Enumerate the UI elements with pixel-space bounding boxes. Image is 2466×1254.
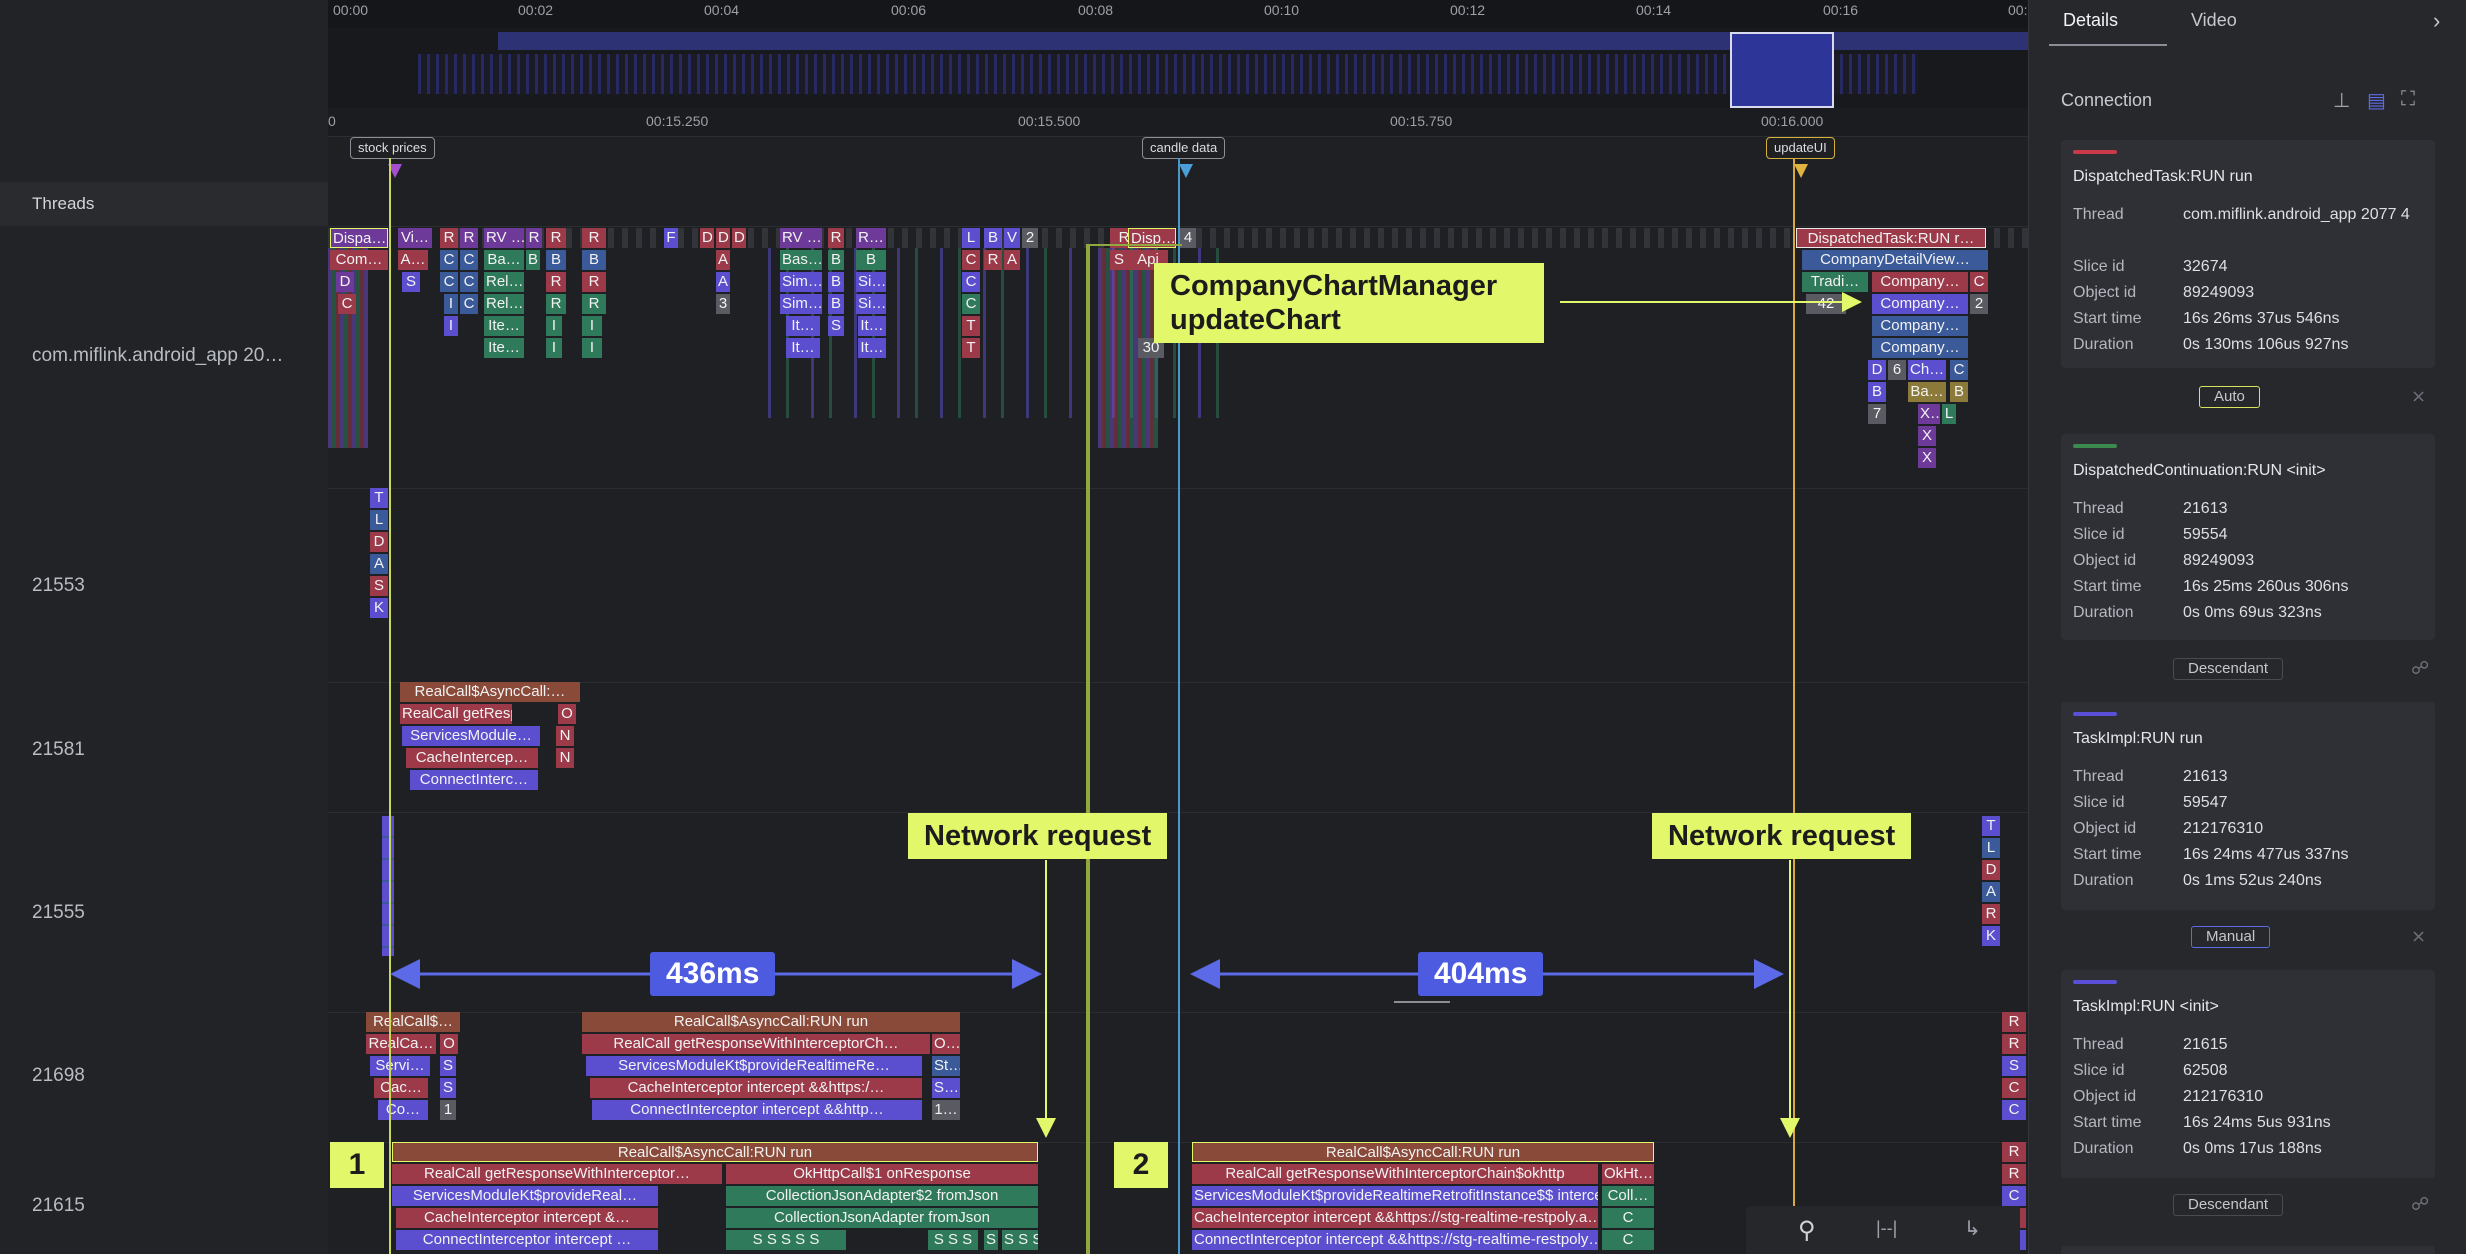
thread-label-21555[interactable]: 21555 xyxy=(32,902,85,924)
field-value: 89249093 xyxy=(2183,552,2255,569)
field-label: Object id xyxy=(2073,284,2137,301)
search-icon[interactable]: ⚲ xyxy=(1798,1216,1816,1245)
field-label: Object id xyxy=(2073,1088,2137,1105)
timeline-area[interactable]: 00:00 00:02 00:04 00:06 00:08 00:10 00:1… xyxy=(328,0,2028,1254)
field-value: 16s 24ms 5us 931ns xyxy=(2183,1114,2331,1131)
field-value: 0s 1ms 52us 240ns xyxy=(2183,872,2322,889)
link-icon[interactable]: ☍ xyxy=(2411,1194,2433,1216)
field-label: Duration xyxy=(2073,1140,2134,1157)
field-label: Slice id xyxy=(2073,1062,2125,1079)
bottom-toolbar: ⚲ |--| ↳ xyxy=(1746,1206,2020,1254)
field-value: 89249093 xyxy=(2183,284,2255,301)
connection-card[interactable]: TaskImpl:RUN run Thread 21613 Slice id 5… xyxy=(2061,702,2435,910)
relation-row: Manual ⨯ xyxy=(2029,918,2466,958)
field-label: Start time xyxy=(2073,846,2142,863)
align-icon[interactable]: ⊥ xyxy=(2333,88,2350,113)
tab-video[interactable]: Video xyxy=(2191,10,2237,31)
field-value: 21615 xyxy=(2183,1036,2228,1053)
thread-label-21698[interactable]: 21698 xyxy=(32,1065,85,1087)
range-icon[interactable]: |--| xyxy=(1876,1218,1897,1239)
card-title: DispatchedContinuation:RUN <init> xyxy=(2073,462,2326,479)
field-label: Duration xyxy=(2073,872,2134,889)
relation-row: Descendant ☍ xyxy=(2029,650,2466,690)
connection-card[interactable]: DispatchedContinuation:RUN <init> Thread… xyxy=(2061,434,2435,640)
tab-underline xyxy=(2049,44,2167,46)
field-value: 0s 0ms 69us 323ns xyxy=(2183,604,2322,621)
tab-details[interactable]: Details xyxy=(2063,10,2118,31)
field-label: Start time xyxy=(2073,310,2142,327)
color-bar xyxy=(2073,150,2117,154)
field-value: 32674 xyxy=(2183,258,2228,275)
field-value: 21613 xyxy=(2183,500,2228,517)
field-label: Object id xyxy=(2073,552,2137,569)
relation-descendant-button[interactable]: Descendant xyxy=(2173,658,2284,680)
field-label: Slice id xyxy=(2073,794,2125,811)
field-value: 21613 xyxy=(2183,768,2228,785)
unlink-icon[interactable]: ⨯ xyxy=(2411,386,2433,408)
field-label: Slice id xyxy=(2073,526,2125,543)
field-value: 0s 0ms 17us 188ns xyxy=(2183,1140,2322,1157)
connection-card-partial xyxy=(2061,1246,2435,1254)
field-value: 16s 25ms 260us 306ns xyxy=(2183,578,2349,595)
field-value: 212176310 xyxy=(2183,820,2264,837)
field-value: 59554 xyxy=(2183,526,2228,543)
field-label: Start time xyxy=(2073,1114,2142,1131)
field-value: com.miflink.android_app 2077 4 xyxy=(2183,206,2410,223)
unlink-icon[interactable]: ⨯ xyxy=(2411,926,2433,948)
field-value: 0s 130ms 106us 927ns xyxy=(2183,336,2349,353)
thread-label-21553[interactable]: 21553 xyxy=(32,575,85,597)
layout-icon[interactable]: ▤ xyxy=(2367,88,2386,113)
field-label: Thread xyxy=(2073,768,2124,785)
color-bar xyxy=(2073,712,2117,716)
step-badge-1: 1 xyxy=(330,1142,384,1188)
relation-row: Auto ⨯ xyxy=(2029,378,2466,418)
field-label: Thread xyxy=(2073,206,2124,223)
card-title: DispatchedTask:RUN run xyxy=(2073,168,2253,185)
field-label: Duration xyxy=(2073,336,2134,353)
thread-label-21581[interactable]: 21581 xyxy=(32,739,85,761)
callout-company-chart: CompanyChartManager updateChart xyxy=(1154,263,1544,343)
relation-auto-button[interactable]: Auto xyxy=(2199,386,2260,408)
section-title: Connection xyxy=(2061,90,2153,110)
color-bar xyxy=(2073,980,2117,984)
collapse-panel-icon[interactable]: › xyxy=(2433,8,2440,34)
field-label: Duration xyxy=(2073,604,2134,621)
duration-badge-1: 436ms xyxy=(650,952,776,996)
relation-manual-button[interactable]: Manual xyxy=(2191,926,2271,948)
details-panel: Details Video › Connection ⊥ ▤ ⛶ Dispatc… xyxy=(2028,0,2466,1254)
field-label: Start time xyxy=(2073,578,2142,595)
connection-card[interactable]: DispatchedTask:RUN run Thread com.miflin… xyxy=(2061,140,2435,368)
callout-network-request-2: Network request xyxy=(1652,813,1912,859)
callout-line: CompanyChartManager xyxy=(1170,270,1498,302)
flow-icon[interactable]: ↳ xyxy=(1964,1216,1981,1241)
field-label: Thread xyxy=(2073,500,2124,517)
step-badge-2: 2 xyxy=(1114,1142,1168,1188)
field-value: 16s 26ms 37us 546ns xyxy=(2183,310,2340,327)
thread-label-main[interactable]: com.miflink.android_app 20… xyxy=(32,345,283,367)
duration-badge-2: 404ms xyxy=(1418,952,1544,996)
connection-card[interactable]: TaskImpl:RUN <init> Thread 21615 Slice i… xyxy=(2061,970,2435,1178)
card-title: TaskImpl:RUN run xyxy=(2073,730,2203,747)
field-value: 16s 24ms 477us 337ns xyxy=(2183,846,2349,863)
selection-outline xyxy=(1086,244,1182,1254)
relation-descendant-button[interactable]: Descendant xyxy=(2173,1194,2284,1216)
relation-row: Descendant ☍ xyxy=(2029,1186,2466,1226)
field-label: Object id xyxy=(2073,820,2137,837)
field-value: 59547 xyxy=(2183,794,2228,811)
callout-network-request-1: Network request xyxy=(908,813,1168,859)
link-icon[interactable]: ☍ xyxy=(2411,658,2433,680)
thread-label-21615[interactable]: 21615 xyxy=(32,1195,85,1217)
threads-header-label: Threads xyxy=(32,194,95,213)
card-title: TaskImpl:RUN <init> xyxy=(2073,998,2219,1015)
field-label: Slice id xyxy=(2073,258,2125,275)
callout-line: updateChart xyxy=(1170,304,1341,336)
fullscreen-icon[interactable]: ⛶ xyxy=(2401,88,2415,111)
field-value: 62508 xyxy=(2183,1062,2228,1079)
field-value: 212176310 xyxy=(2183,1088,2264,1105)
color-bar xyxy=(2073,444,2117,448)
field-label: Thread xyxy=(2073,1036,2124,1053)
